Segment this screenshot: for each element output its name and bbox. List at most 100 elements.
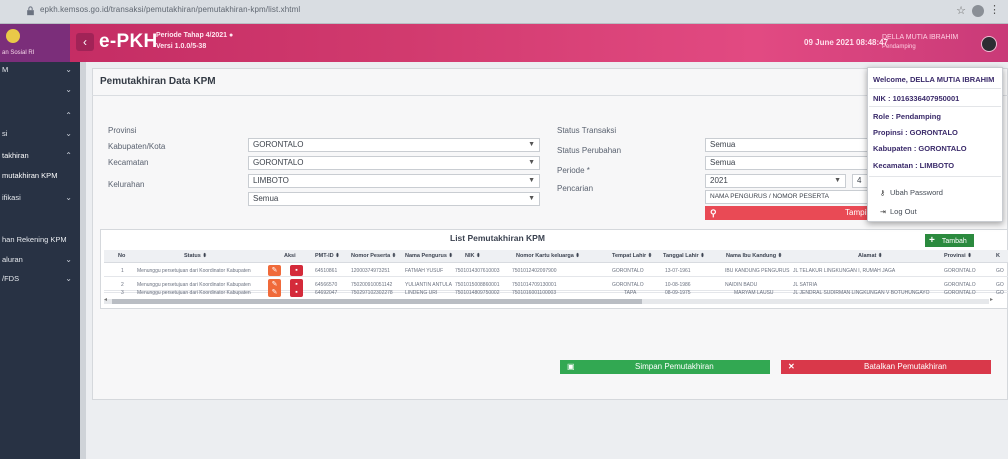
chevron-left-icon: ‹ — [83, 35, 87, 49]
row-kk: 7501012402097900 — [512, 268, 557, 274]
current-datetime: 09 June 2021 08:48:47 — [804, 38, 889, 47]
save-pemutakhiran-button[interactable]: ▣ Simpan Pemutakhiran — [560, 360, 770, 374]
user-kecamatan: Kecamatan : LIMBOTO — [873, 161, 955, 170]
row-tempat: TAPA — [624, 290, 637, 296]
star-icon[interactable]: ☆ — [956, 4, 966, 17]
row-pmt-id: 64566570 — [315, 282, 338, 288]
periode-year-select[interactable]: 2021 ▼ — [705, 174, 846, 188]
search-icon: ⚲ — [710, 208, 717, 218]
chevron-down-icon: ⌄ — [65, 129, 72, 138]
user-role: Role : Pendamping — [873, 112, 941, 121]
kelurahan-select[interactable]: Semua ▼ — [248, 192, 540, 206]
logout-icon: ⇥ — [880, 209, 886, 216]
row-no: 2 — [121, 282, 124, 288]
user-provinsi: Propinsi : GORONTALO — [873, 128, 958, 137]
sidebar-item-pemutakhiran[interactable]: takhiran ⌃ — [0, 148, 80, 164]
kecamatan-value: LIMBOTO — [253, 176, 289, 185]
scroll-left-arrow-icon[interactable]: ◂ — [104, 296, 107, 303]
delete-button[interactable]: ▪ — [290, 265, 303, 276]
caret-down-icon: ▼ — [834, 177, 841, 184]
periode-label: Periode * — [557, 166, 590, 175]
pencarian-placeholder: NAMA PENGURUS / NOMOR PESERTA — [710, 193, 829, 200]
col-no[interactable]: No — [118, 253, 125, 259]
divider — [869, 106, 1001, 107]
col-nomor-kk[interactable]: Nomor Kartu keluarga ⬍ — [516, 253, 580, 259]
row-alamat: JL SATRIA — [793, 282, 818, 288]
status-transaksi-label: Status Transaksi — [557, 126, 617, 135]
col-tempat-lahir[interactable]: Tempat Lahir ⬍ — [612, 253, 652, 259]
pencarian-input[interactable]: NAMA PENGURUS / NOMOR PESERTA — [705, 190, 870, 204]
col-provinsi[interactable]: Provinsi ⬍ — [944, 253, 972, 259]
add-button[interactable]: + Tambah — [925, 234, 974, 247]
sidebar-item-rekening-kpm[interactable]: han Rekening KPM — [0, 232, 80, 248]
row-kk: 7501016001100003 — [512, 290, 557, 296]
provinsi-select[interactable]: GORONTALO ▼ — [248, 138, 540, 152]
scrollbar-thumb[interactable] — [112, 299, 642, 304]
version-label: Versi 1.0.0/5-38 — [156, 43, 207, 50]
sidebar-item-label: M — [2, 65, 9, 74]
sidebar-item-fds[interactable]: /FDS ⌄ — [0, 271, 80, 287]
col-nomor-peserta[interactable]: Nomor Peserta ⬍ — [351, 253, 396, 259]
kebab-icon[interactable]: ⋮ — [989, 3, 1000, 16]
edit-button[interactable]: ✎ — [268, 287, 281, 297]
sidebar-item-verifikasi[interactable]: ifikasi ⌄ — [0, 190, 80, 206]
sidebar-item-0[interactable]: M ⌄ — [0, 62, 80, 78]
pencarian-label: Pencarian — [557, 184, 594, 193]
col-tanggal-lahir[interactable]: Tanggal Lahir ⬍ — [663, 253, 705, 259]
edit-button[interactable]: ✎ — [268, 265, 281, 276]
avatar[interactable] — [981, 36, 997, 52]
row-prov: GORONTALO — [944, 290, 976, 296]
user-kabupaten: Kabupaten : GORONTALO — [873, 144, 967, 153]
browser-profile-icon[interactable] — [972, 5, 984, 17]
sidebar-item-label: /FDS — [2, 274, 20, 283]
col-alamat[interactable]: Alamat ⬍ — [858, 253, 882, 259]
row-pmt-id: 64510861 — [315, 268, 338, 274]
search-button[interactable]: ⚲ Tampilkan — [705, 206, 881, 220]
sidebar-item-penyaluran[interactable]: aluran ⌄ — [0, 252, 80, 268]
menu-toggle-button[interactable]: ‹ — [76, 33, 94, 51]
row-alamat: JL TELAKUR LINGKUNGAN I, RUMAH JAGA — [793, 268, 896, 274]
kecamatan-select[interactable]: LIMBOTO ▼ — [248, 174, 540, 188]
user-welcome: Welcome, DELLA MUTIA IBRAHIM — [873, 75, 995, 84]
sidebar-item-3[interactable]: si ⌄ — [0, 126, 80, 142]
caret-down-icon: ▼ — [528, 159, 535, 166]
col-nama-ibu[interactable]: Nama Ibu Kandung ⬍ — [726, 253, 782, 259]
row-status: Menunggu persetujuan dari Koordinator Ka… — [137, 290, 251, 296]
app-brand: e-PKH — [99, 31, 158, 52]
logout-label: Log Out — [890, 207, 917, 216]
col-pmt-id[interactable]: PMT-ID ⬍ — [315, 253, 340, 259]
row-k: GO — [996, 282, 1004, 288]
status-transaksi-select[interactable]: Semua — [705, 138, 870, 152]
status-perubahan-select[interactable]: Semua — [705, 156, 870, 170]
col-nama-pengurus[interactable]: Nama Pengurus ⬍ — [405, 253, 453, 259]
col-k[interactable]: K — [996, 253, 1000, 259]
logout-link[interactable]: ⇥ Log Out — [880, 207, 917, 216]
chevron-down-icon: ⌄ — [65, 255, 72, 264]
close-icon: ✕ — [788, 362, 795, 371]
kelurahan-value: Semua — [253, 194, 279, 203]
sidebar: M ⌄ ⌄ ⌃ si ⌄ takhiran ⌃ mutakhiran KPM ifik… — [0, 62, 80, 459]
change-password-link[interactable]: ⚷ Ubah Password — [880, 188, 943, 197]
caret-down-icon: ▼ — [528, 195, 535, 202]
kabkota-select[interactable]: GORONTALO ▼ — [248, 156, 540, 170]
row-alamat: JL JENDRAL SUDIRMAN LINGKUNGAN V BOTUHUN… — [793, 290, 930, 296]
sidebar-item-label: mutakhiran KPM — [2, 171, 58, 180]
delete-button[interactable]: ▪ — [290, 287, 303, 297]
col-status[interactable]: Status ⬍ — [184, 253, 207, 259]
caret-down-icon: ▼ — [528, 177, 535, 184]
col-nik[interactable]: NIK ⬍ — [465, 253, 481, 259]
row-ibu: MARYAM LAUSU — [734, 290, 774, 296]
url-text[interactable]: epkh.kemsos.go.id/transaksi/pemutakhiran… — [40, 5, 300, 14]
header-user-name[interactable]: DELLA MUTIA IBRAHIM — [882, 34, 958, 41]
cancel-button-label: Batalkan Pemutakhiran — [864, 362, 947, 371]
chevron-down-icon: ⌄ — [65, 193, 72, 202]
row-tempat: GORONTALO — [612, 268, 644, 274]
scroll-right-arrow-icon[interactable]: ▸ — [990, 296, 993, 303]
sidebar-item-pemutakhiran-kpm[interactable]: mutakhiran KPM — [0, 168, 80, 184]
sidebar-item-1[interactable]: ⌄ — [0, 82, 80, 98]
key-icon: ⚷ — [880, 190, 886, 197]
cancel-pemutakhiran-button[interactable]: ✕ Batalkan Pemutakhiran — [781, 360, 991, 374]
chevron-up-icon: ⌃ — [65, 111, 72, 120]
row-no: 3 — [121, 290, 124, 296]
sidebar-item-2[interactable]: ⌃ — [0, 108, 80, 124]
